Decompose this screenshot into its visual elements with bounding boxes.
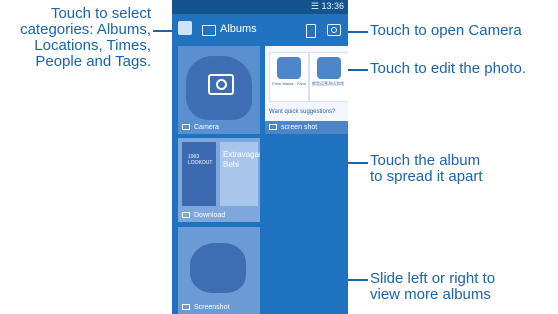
album-label: screen shot — [269, 124, 317, 131]
app-card-caption: 都是运营测试游戏 — [312, 81, 344, 86]
callout-line: People and Tags. — [35, 53, 151, 70]
app-thumbnail — [277, 57, 301, 79]
edit-icon[interactable] — [306, 24, 316, 38]
callout-line: Touch the album — [370, 152, 481, 169]
suggestion-text: Want quick suggestions? — [269, 109, 336, 115]
poster-text: 1993 LOOKOUT — [188, 154, 212, 166]
callout-line: Touch to select — [50, 5, 151, 22]
callout-select-categories: Touch to select categories: Albums, Loca… — [0, 6, 151, 70]
status-time: 13:36 — [321, 1, 344, 11]
phone-screen: ☰ 13:36 Albums Camera Farm Mania - Farm … — [172, 0, 348, 314]
poster-line: Extravagan — [223, 150, 260, 159]
callout-line: view more albums — [370, 286, 491, 303]
album-thumbnail: Extravagan Behi — [220, 142, 260, 206]
callout-line: Slide left or right to — [370, 270, 496, 287]
poster-line: LOOKOUT — [188, 160, 213, 166]
app-bar: Albums — [172, 14, 348, 46]
callout-open-camera: Touch to open Camera — [370, 22, 522, 39]
signal-icon: ☰ — [310, 1, 320, 11]
app-icon[interactable] — [178, 21, 192, 35]
album-thumbnail — [190, 243, 246, 293]
camera-icon[interactable] — [327, 24, 341, 36]
callout-line: Locations, Times, — [34, 37, 151, 54]
callout-line: categories: Albums, — [20, 21, 151, 38]
app-card: 都是运营测试游戏 — [309, 52, 348, 102]
category-selector[interactable]: Albums — [220, 23, 257, 35]
callout-edit-photo: Touch to edit the photo. — [370, 60, 526, 77]
album-label: Camera — [182, 124, 219, 131]
album-label: Screenshot — [182, 304, 229, 311]
app-card-caption: Farm Mania - Farm — [272, 81, 307, 86]
poster-line: Behi — [223, 160, 240, 169]
album-download[interactable]: 1993 LOOKOUT Extravagan Behi Download — [178, 138, 260, 222]
album-thumbnail: 1993 LOOKOUT — [182, 142, 216, 206]
app-thumbnail — [317, 57, 341, 79]
callout-line: to spread it apart — [370, 168, 483, 185]
app-card: Farm Mania - Farm — [269, 52, 309, 102]
album-screen-shot[interactable]: Farm Mania - Farm 都是运营测试游戏 Want quick su… — [265, 46, 348, 134]
folder-icon[interactable] — [202, 25, 216, 36]
callout-spread-album: Touch the album to spread it apart — [370, 153, 483, 185]
album-screenshot[interactable]: Screenshot — [178, 227, 260, 314]
album-label: Download — [182, 212, 225, 219]
status-bar: ☰ 13:36 — [172, 0, 348, 14]
poster-text: Extravagan Behi — [223, 150, 260, 170]
camera-overlay-icon — [208, 74, 234, 95]
album-camera[interactable]: Camera — [178, 46, 260, 134]
callout-slide-albums: Slide left or right to view more albums — [370, 271, 495, 303]
